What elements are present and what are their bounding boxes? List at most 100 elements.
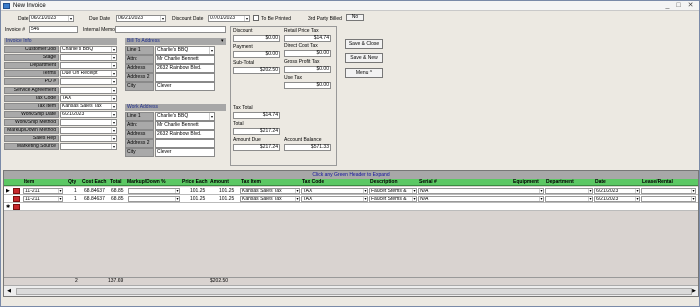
date-cell[interactable]: 6/21/2023 ▾: [594, 196, 640, 202]
delete-row-icon[interactable]: [13, 196, 20, 202]
price-cell[interactable]: 101.25: [190, 195, 208, 203]
table-row[interactable]: ▶ 11-211 ▾ 1 68.84637 68.85 ▾ 101.25 101.25 Kansa…: [4, 187, 698, 195]
col-lease-rental[interactable]: Lease/Rental: [642, 179, 673, 186]
work-attn-field[interactable]: Mr Charlie Bennett: [155, 121, 215, 130]
work-address2-field[interactable]: [155, 139, 215, 148]
dropdown-icon[interactable]: ▾: [412, 189, 416, 193]
bill-address-field[interactable]: 2632 Rainbow Blvd.: [155, 64, 215, 73]
invoice-info-field[interactable]: 6/21/2023 ▾: [60, 110, 117, 118]
invoice-info-field[interactable]: ▾: [60, 127, 117, 134]
maximize-button[interactable]: □: [674, 2, 683, 9]
dropdown-icon[interactable]: ▾: [111, 87, 116, 93]
invoice-info-field[interactable]: ▾: [60, 135, 117, 143]
save-close-button[interactable]: Save & Close: [345, 39, 383, 49]
item-cell[interactable]: 11-211 ▾: [23, 188, 63, 194]
scroll-right-icon[interactable]: ▶: [690, 288, 698, 295]
bill-attn-field[interactable]: Mr Charlie Bennett: [155, 55, 215, 64]
tax-code-cell[interactable]: TAX ▾: [301, 196, 368, 202]
dropdown-icon[interactable]: ▾: [111, 119, 116, 125]
save-new-button[interactable]: Save & New: [345, 53, 383, 63]
dropdown-icon[interactable]: ▾: [111, 63, 116, 69]
markup-cell[interactable]: ▾: [128, 188, 180, 194]
dropdown-icon[interactable]: ▾: [111, 103, 116, 109]
amount-cell[interactable]: 101.25: [219, 195, 239, 203]
dropdown-icon[interactable]: ▾: [412, 197, 416, 201]
cost-cell[interactable]: 68.84637: [84, 195, 109, 203]
dropdown-icon[interactable]: ▾: [691, 197, 695, 201]
qty-cell[interactable]: 1: [74, 195, 82, 203]
dropdown-icon[interactable]: ▾: [111, 55, 116, 61]
col-serial[interactable]: Serial #: [419, 179, 437, 186]
dropdown-icon[interactable]: ▾: [209, 113, 214, 120]
dropdown-icon[interactable]: ▾: [111, 79, 116, 85]
horizontal-scrollbar[interactable]: ◀ ▶: [4, 285, 698, 296]
dropdown-icon[interactable]: ▾: [111, 71, 116, 77]
dropdown-icon[interactable]: ▾: [363, 189, 367, 193]
dropdown-icon[interactable]: ▾: [691, 189, 695, 193]
invoice-info-field[interactable]: ▾: [60, 143, 117, 151]
scroll-left-icon[interactable]: ◀: [5, 288, 13, 295]
dropdown-icon[interactable]: ▾: [111, 128, 116, 133]
invoice-info-field[interactable]: ▾: [60, 86, 117, 94]
serial-cell[interactable]: N/A ▾: [418, 196, 544, 202]
col-price-each[interactable]: Price Each: [182, 179, 208, 186]
work-address-field[interactable]: 2632 Rainbow Blvd.: [155, 130, 215, 139]
row-selector-icon[interactable]: [6, 195, 12, 203]
invoice-info-field[interactable]: ▾: [60, 62, 117, 70]
calendar-dropdown-icon[interactable]: ▾: [68, 16, 73, 21]
dropdown-icon[interactable]: ▾: [539, 189, 543, 193]
invoice-number-field[interactable]: 546: [29, 26, 78, 33]
dropdown-icon[interactable]: ▾: [635, 197, 639, 201]
qty-cell[interactable]: 1: [74, 187, 82, 195]
tax-item-cell[interactable]: Kansas Sales Tax ▾: [240, 188, 300, 194]
close-button[interactable]: ✕: [686, 2, 695, 9]
menu-button[interactable]: Menu ^: [345, 68, 383, 78]
dropdown-icon[interactable]: ▾: [209, 47, 214, 54]
due-date-field[interactable]: 06/21/2023 ▾: [116, 15, 166, 22]
col-markup[interactable]: Markup/Down %: [127, 179, 179, 186]
dropdown-icon[interactable]: ▾: [539, 197, 543, 201]
dropdown-icon[interactable]: ▾: [111, 95, 116, 101]
calendar-dropdown-icon[interactable]: ▾: [160, 16, 165, 21]
invoice-info-field[interactable]: ▾: [60, 118, 117, 126]
col-item[interactable]: Item: [24, 179, 34, 186]
invoice-info-field[interactable]: Kansas Sales Tax ▾: [60, 102, 117, 110]
col-qty[interactable]: Qty: [68, 179, 76, 186]
invoice-info-field[interactable]: Charlie's BBQ ▾: [60, 46, 117, 53]
col-description[interactable]: Description: [370, 179, 398, 186]
dropdown-icon[interactable]: ▾: [58, 197, 62, 201]
row-selector-icon[interactable]: ▶: [6, 187, 12, 195]
table-row[interactable]: ✱: [4, 203, 698, 211]
tax-code-cell[interactable]: TAX ▾: [301, 188, 368, 194]
tax-item-cell[interactable]: Kansas Sales Tax ▾: [240, 196, 300, 202]
col-equipment[interactable]: Equipment: [513, 179, 539, 186]
to-be-printed-checkbox[interactable]: [253, 15, 259, 21]
dropdown-icon[interactable]: ▾: [175, 197, 179, 201]
description-cell[interactable]: Faucet Stems & ▾: [369, 188, 417, 194]
bill-city-field[interactable]: Clever: [155, 82, 215, 91]
dropdown-icon[interactable]: ▾: [588, 197, 592, 201]
col-department[interactable]: Department: [546, 179, 574, 186]
col-total[interactable]: Total: [110, 179, 122, 186]
date-cell[interactable]: 6/21/2023 ▾: [594, 188, 640, 194]
third-party-billed-toggle[interactable]: No: [346, 14, 364, 21]
bill-line1-field[interactable]: Charlie's BBQ ▾: [155, 46, 215, 55]
dropdown-icon[interactable]: ▾: [363, 197, 367, 201]
dropdown-icon[interactable]: ▾: [175, 189, 179, 193]
minimize-button[interactable]: _: [663, 2, 672, 9]
markup-cell[interactable]: ▾: [128, 196, 180, 202]
item-cell[interactable]: 11-211 ▾: [23, 196, 63, 202]
invoice-info-field[interactable]: ▾: [60, 78, 117, 86]
expand-hint[interactable]: Click any Green Header to Expand: [4, 171, 698, 179]
dropdown-icon[interactable]: ▾: [111, 144, 116, 150]
department-cell[interactable]: ▾: [545, 196, 593, 202]
collapse-icon[interactable]: ▾: [221, 38, 226, 45]
delete-row-icon[interactable]: [13, 204, 20, 210]
description-cell[interactable]: Faucet Stems & ▾: [369, 196, 417, 202]
invoice-info-field[interactable]: Due On Receipt ▾: [60, 70, 117, 78]
row-selector-icon[interactable]: ✱: [6, 203, 12, 211]
dropdown-icon[interactable]: ▾: [111, 111, 116, 117]
invoice-info-field[interactable]: ▾: [60, 54, 117, 62]
dropdown-icon[interactable]: ▾: [111, 47, 116, 52]
col-cost-each[interactable]: Cost Each: [82, 179, 108, 186]
